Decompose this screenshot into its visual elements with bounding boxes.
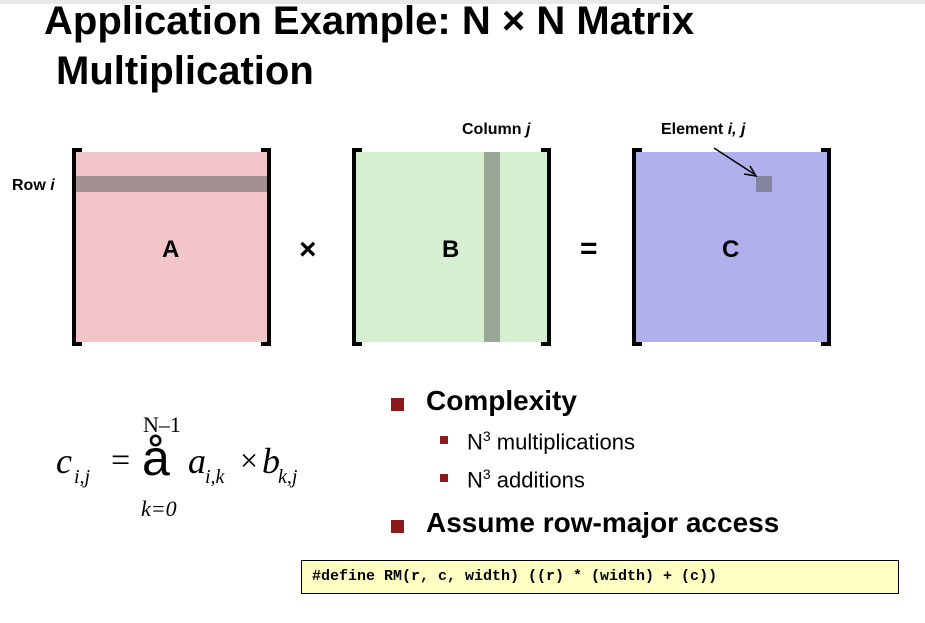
slide-title: Application Example: N × N Matrix Multip… xyxy=(44,0,904,96)
formula-eq: = xyxy=(111,442,131,479)
column-var: j xyxy=(526,121,531,138)
sub-bullet-square xyxy=(440,474,448,482)
column-label-text: Column xyxy=(462,121,526,138)
row-i-highlight xyxy=(76,176,268,192)
bullet-complexity: Complexity xyxy=(426,385,577,416)
formula-a-sub: i,k xyxy=(205,466,225,488)
bullet-square xyxy=(391,520,404,533)
multiplications-text: multiplications xyxy=(490,429,635,455)
matrix-b-left-bracket xyxy=(352,148,362,346)
sub-bullet-square xyxy=(440,436,448,444)
sub-bullet-multiplications: N3 multiplications xyxy=(467,428,635,455)
exponent: 3 xyxy=(482,428,491,444)
formula-c-sub: i,j xyxy=(74,466,91,488)
matrix-a-left-bracket xyxy=(72,148,82,346)
row-i-label: Row i xyxy=(12,177,55,195)
column-j-label: Column j xyxy=(462,121,530,139)
n-text: N xyxy=(467,467,483,493)
title-line-2: Multiplication xyxy=(56,49,314,93)
equals-sign: = xyxy=(580,232,598,265)
matrix-a-label: A xyxy=(162,236,180,263)
bullet-row-major: Assume row-major access xyxy=(426,507,780,538)
code-box: #define RM(r, c, width) ((r) * (width) +… xyxy=(301,560,899,594)
title-line-1: Application Example: N × N Matrix xyxy=(44,0,695,43)
element-label-text: Element xyxy=(661,121,728,138)
exponent: 3 xyxy=(482,466,491,482)
element-arrow xyxy=(713,147,758,178)
times-sign: × xyxy=(299,233,317,266)
formula-c: c xyxy=(56,441,72,481)
element-ij-label: Element i, j xyxy=(661,121,745,139)
formula-dot: × xyxy=(240,442,259,478)
column-j-highlight xyxy=(484,152,500,342)
matrix-b-label: B xyxy=(442,236,460,263)
formula-a: a xyxy=(188,441,206,481)
sum-lower-limit: k=0 xyxy=(141,496,177,521)
additions-text: additions xyxy=(490,467,585,493)
n-text: N xyxy=(467,429,483,455)
bullet-square xyxy=(391,398,404,411)
formula-b-sub: k,j xyxy=(278,466,298,488)
row-label-text: Row xyxy=(12,177,51,194)
matrix-c-right-bracket xyxy=(821,148,831,346)
matrix-c-label: C xyxy=(722,236,740,263)
row-var: i xyxy=(50,177,55,194)
formula-sigma: å xyxy=(142,430,170,486)
matrix-c-left-bracket xyxy=(632,148,642,346)
matrix-b-right-bracket xyxy=(541,148,551,346)
element-vars: i, j xyxy=(727,121,746,138)
matrix-a-right-bracket xyxy=(261,148,271,346)
sub-bullet-additions: N3 additions xyxy=(467,466,585,493)
